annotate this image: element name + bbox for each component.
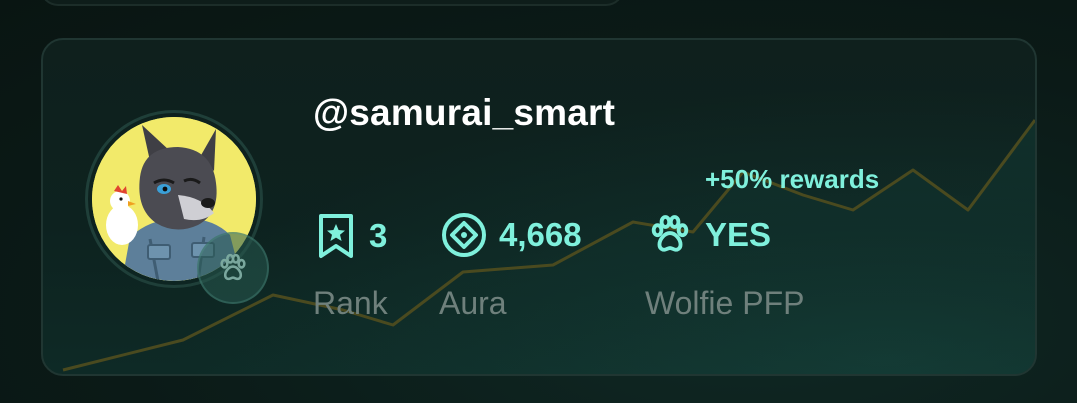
- rank-label: Rank: [313, 285, 388, 321]
- profile-card: @samurai_smart +50% rewards 3 4,668 YES …: [41, 38, 1037, 376]
- paw-icon: [220, 253, 246, 281]
- stat-wolfie-pfp: YES: [647, 212, 771, 258]
- wolfie-pfp-label: Wolfie PFP: [645, 285, 805, 321]
- aura-label: Aura: [439, 285, 507, 321]
- wolfie-pfp-value: YES: [705, 216, 772, 253]
- username: @samurai_smart: [313, 92, 616, 133]
- stat-aura: 4,668: [441, 212, 582, 258]
- stat-rank: 3: [315, 212, 387, 260]
- paw-icon: [647, 212, 693, 258]
- bookmark-star-icon: [315, 212, 357, 260]
- wolfie-pfp-badge: [197, 232, 269, 304]
- aura-value: 4,668: [499, 216, 582, 253]
- rank-value: 3: [369, 217, 388, 254]
- rewards-badge: +50% rewards: [705, 164, 880, 194]
- previous-card-edge: [40, 0, 624, 6]
- page: @samurai_smart +50% rewards 3 4,668 YES …: [0, 0, 1077, 403]
- diamond-circle-icon: [441, 212, 487, 258]
